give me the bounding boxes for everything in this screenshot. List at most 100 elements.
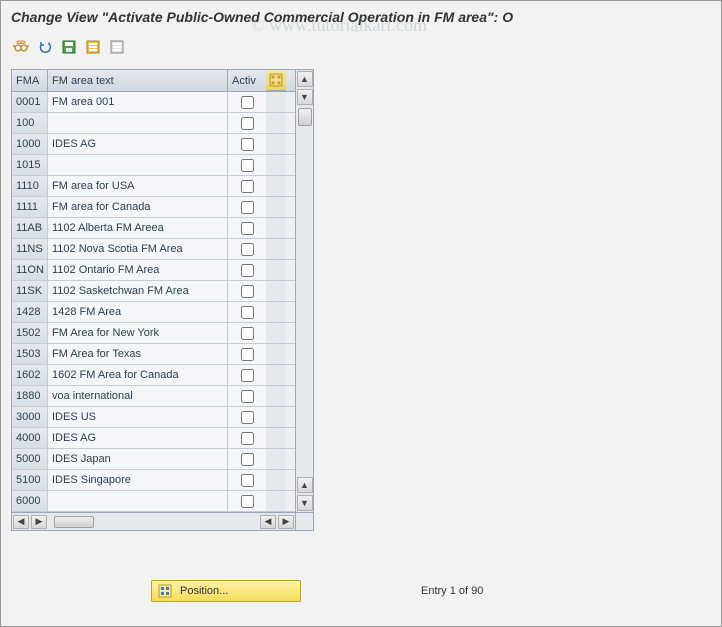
cell-fm-area-text[interactable]: 1428 FM Area [48, 302, 228, 322]
table-row[interactable]: 11SK1102 Sasketchwan FM Area [12, 281, 295, 302]
cell-fm-area-text[interactable]: IDES AG [48, 134, 228, 154]
cell-fma[interactable]: 0001 [12, 92, 48, 112]
cell-fm-area-text[interactable] [48, 491, 228, 511]
other-view-button[interactable] [11, 37, 31, 57]
table-row[interactable]: 14281428 FM Area [12, 302, 295, 323]
cell-fma[interactable]: 1503 [12, 344, 48, 364]
cell-fma[interactable]: 1000 [12, 134, 48, 154]
table-row[interactable]: 11ON1102 Ontario FM Area [12, 260, 295, 281]
scroll-page-up-icon[interactable]: ▲ [297, 477, 313, 493]
cell-fm-area-text[interactable]: IDES AG [48, 428, 228, 448]
table-row[interactable]: 1110FM area for USA [12, 176, 295, 197]
cell-fma[interactable]: 1502 [12, 323, 48, 343]
cell-fma[interactable]: 1111 [12, 197, 48, 217]
activ-checkbox[interactable] [241, 411, 254, 424]
activ-checkbox[interactable] [241, 201, 254, 214]
activ-checkbox[interactable] [241, 327, 254, 340]
activ-checkbox[interactable] [241, 474, 254, 487]
table-row[interactable]: 5100IDES Singapore [12, 470, 295, 491]
activ-checkbox[interactable] [241, 306, 254, 319]
col-fm-area-text[interactable]: FM area text [48, 70, 228, 91]
configure-columns-button[interactable] [266, 70, 286, 91]
activ-checkbox[interactable] [241, 369, 254, 382]
col-fma[interactable]: FMA [12, 70, 48, 91]
scroll-page-down-icon[interactable]: ▼ [297, 495, 313, 511]
activ-checkbox[interactable] [241, 96, 254, 109]
activ-checkbox[interactable] [241, 138, 254, 151]
activ-checkbox[interactable] [241, 453, 254, 466]
cell-fm-area-text[interactable]: FM area for Canada [48, 197, 228, 217]
scroll-down-icon[interactable]: ▼ [297, 89, 313, 105]
activ-checkbox[interactable] [241, 243, 254, 256]
activ-checkbox[interactable] [241, 222, 254, 235]
cell-fma[interactable]: 1880 [12, 386, 48, 406]
table-row[interactable]: 1502FM Area for New York [12, 323, 295, 344]
table-row[interactable]: 1503FM Area for Texas [12, 344, 295, 365]
cell-fma[interactable]: 6000 [12, 491, 48, 511]
table-row[interactable]: 5000IDES Japan [12, 449, 295, 470]
scroll-right-icon[interactable]: ▶ [278, 515, 294, 529]
deselect-all-button[interactable] [107, 37, 127, 57]
activ-checkbox[interactable] [241, 495, 254, 508]
cell-fma[interactable]: 3000 [12, 407, 48, 427]
cell-fm-area-text[interactable]: IDES Japan [48, 449, 228, 469]
cell-fm-area-text[interactable]: 1102 Nova Scotia FM Area [48, 239, 228, 259]
cell-fma[interactable]: 4000 [12, 428, 48, 448]
cell-fm-area-text[interactable]: FM Area for New York [48, 323, 228, 343]
scroll-thumb[interactable] [298, 108, 312, 126]
activ-checkbox[interactable] [241, 390, 254, 403]
cell-fm-area-text[interactable]: 1102 Ontario FM Area [48, 260, 228, 280]
table-row[interactable]: 6000 [12, 491, 295, 512]
table-row[interactable]: 3000IDES US [12, 407, 295, 428]
table-row[interactable]: 4000IDES AG [12, 428, 295, 449]
scroll-step-right-icon[interactable]: ▶ [31, 515, 47, 529]
table-row[interactable]: 0001FM area 001 [12, 92, 295, 113]
cell-fm-area-text[interactable]: FM area for USA [48, 176, 228, 196]
cell-fma[interactable]: 1428 [12, 302, 48, 322]
horizontal-scrollbar[interactable]: ◀ ▶ ◀ ▶ [11, 513, 296, 531]
activ-checkbox[interactable] [241, 432, 254, 445]
cell-fma[interactable]: 11NS [12, 239, 48, 259]
cell-fma[interactable]: 11ON [12, 260, 48, 280]
cell-fma[interactable]: 5100 [12, 470, 48, 490]
cell-fm-area-text[interactable]: 1102 Alberta FM Areea [48, 218, 228, 238]
table-row[interactable]: 1880voa international [12, 386, 295, 407]
activ-checkbox[interactable] [241, 159, 254, 172]
scroll-up-icon[interactable]: ▲ [297, 71, 313, 87]
cell-fm-area-text[interactable]: IDES Singapore [48, 470, 228, 490]
activ-checkbox[interactable] [241, 264, 254, 277]
table-row[interactable]: 16021602 FM Area for Canada [12, 365, 295, 386]
save-button[interactable] [59, 37, 79, 57]
undo-button[interactable] [35, 37, 55, 57]
activ-checkbox[interactable] [241, 348, 254, 361]
cell-fma[interactable]: 1015 [12, 155, 48, 175]
table-row[interactable]: 1111FM area for Canada [12, 197, 295, 218]
activ-checkbox[interactable] [241, 285, 254, 298]
cell-fma[interactable]: 5000 [12, 449, 48, 469]
cell-fm-area-text[interactable]: FM area 001 [48, 92, 228, 112]
activ-checkbox[interactable] [241, 117, 254, 130]
col-activ[interactable]: Activ [228, 70, 266, 91]
cell-fma[interactable]: 1110 [12, 176, 48, 196]
cell-fma[interactable]: 100 [12, 113, 48, 133]
table-row[interactable]: 1015 [12, 155, 295, 176]
select-all-button[interactable] [83, 37, 103, 57]
scroll-left-icon[interactable]: ◀ [13, 515, 29, 529]
table-row[interactable]: 11NS1102 Nova Scotia FM Area [12, 239, 295, 260]
cell-fm-area-text[interactable]: 1602 FM Area for Canada [48, 365, 228, 385]
vertical-scrollbar[interactable]: ▲ ▼ ▲ ▼ [296, 69, 314, 513]
scroll-page-left-icon[interactable]: ◀ [260, 515, 276, 529]
cell-fm-area-text[interactable]: 1102 Sasketchwan FM Area [48, 281, 228, 301]
cell-fm-area-text[interactable]: voa international [48, 386, 228, 406]
table-row[interactable]: 1000IDES AG [12, 134, 295, 155]
hscroll-thumb[interactable] [54, 516, 94, 528]
table-row[interactable]: 100 [12, 113, 295, 134]
cell-fma[interactable]: 11AB [12, 218, 48, 238]
cell-fm-area-text[interactable] [48, 113, 228, 133]
position-button[interactable]: Position... [151, 580, 301, 602]
cell-fm-area-text[interactable]: IDES US [48, 407, 228, 427]
cell-fm-area-text[interactable] [48, 155, 228, 175]
table-row[interactable]: 11AB1102 Alberta FM Areea [12, 218, 295, 239]
cell-fma[interactable]: 11SK [12, 281, 48, 301]
cell-fm-area-text[interactable]: FM Area for Texas [48, 344, 228, 364]
